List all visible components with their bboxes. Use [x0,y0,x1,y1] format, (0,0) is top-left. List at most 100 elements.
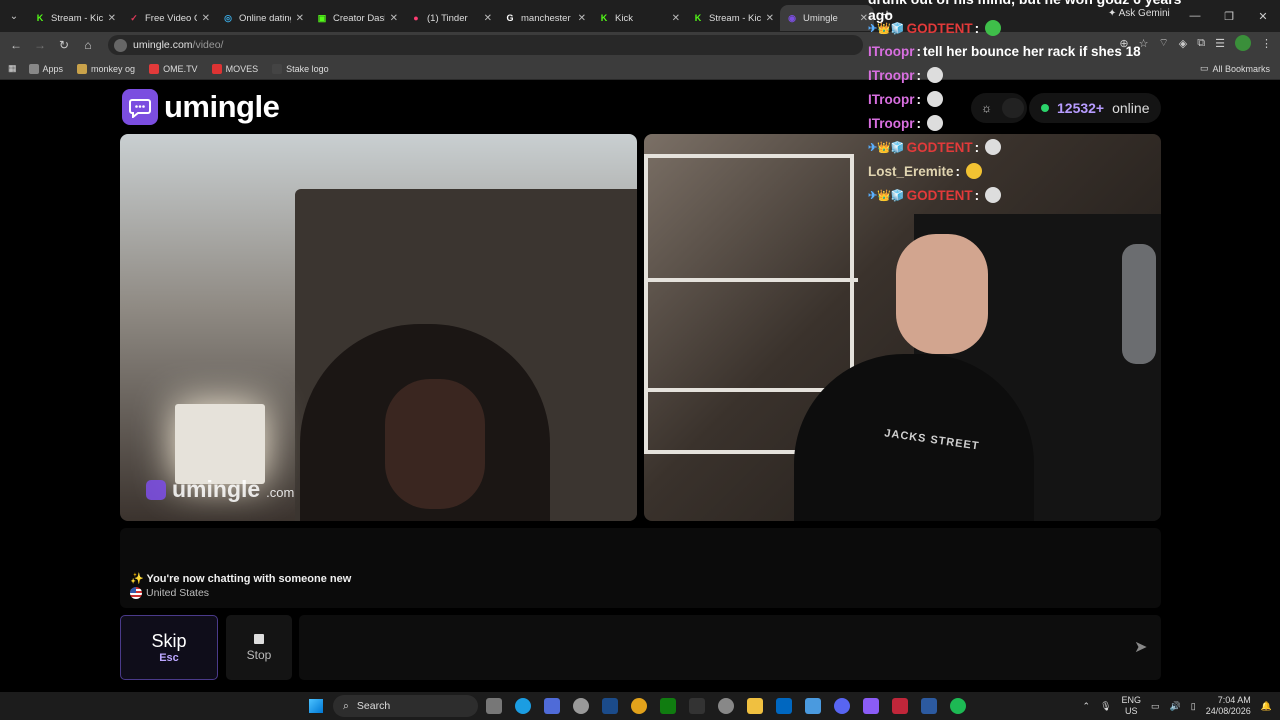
sun-icon: ☼ [981,101,992,115]
network-icon[interactable]: ▭ [1151,701,1160,712]
browser-tab[interactable]: ◎ Online dating ✕ [216,5,310,31]
microphone-icon[interactable]: 🎙 [1100,701,1111,712]
all-bookmarks-button[interactable]: ▭ All Bookmarks [1200,63,1270,74]
tab-search-chevron-icon[interactable]: ⌄ [0,0,28,32]
epic-games-icon[interactable] [689,698,705,714]
message-input[interactable] [299,615,1161,680]
tab-favicon-icon: ◉ [788,12,796,23]
extension-icon[interactable]: ◈ [1179,37,1187,50]
stranger-face [385,379,485,509]
language-indicator[interactable]: ENG US [1122,695,1142,717]
browser-tab[interactable]: ◉ Umingle ✕ [780,5,874,31]
obs-icon[interactable] [573,698,589,714]
close-tab-icon[interactable]: ✕ [108,13,116,24]
stop-button[interactable]: Stop [226,615,292,680]
skip-button[interactable]: Skip Esc [120,615,218,680]
close-tab-icon[interactable]: ✕ [484,13,492,24]
send-icon[interactable]: ➤ [1134,637,1147,657]
browser-tab[interactable]: ▣ Creator Dashboard ✕ [310,5,404,31]
battery-icon[interactable]: ▯ [1191,701,1196,712]
notification-bell-icon[interactable]: 🔔 [1261,701,1272,712]
steam-icon[interactable] [602,698,618,714]
taskbar-search[interactable]: ⌕ Search [333,695,478,717]
maximize-icon[interactable]: ❐ [1212,10,1246,23]
close-tab-icon[interactable]: ✕ [766,13,774,24]
browser-tab[interactable]: K Stream - Kick ✕ [28,5,122,31]
app-icon[interactable] [805,698,821,714]
reading-list-icon[interactable]: ☰ [1215,37,1225,50]
close-tab-icon[interactable]: ✕ [578,13,586,24]
bookmark-favicon-icon [211,63,222,74]
browser-tab[interactable]: K Kick ✕ [592,5,686,31]
cast-icon[interactable]: ⌔ [1158,36,1168,50]
close-tab-icon[interactable]: ✕ [672,13,680,24]
site-info-icon[interactable] [114,38,127,52]
bookmark-item[interactable]: monkey og [77,63,136,74]
user-badges-icon: ✈👑🧊 [868,22,905,35]
toggle-switch[interactable] [1002,98,1024,118]
app-icon[interactable] [892,698,908,714]
overlay-username: GODTENT [906,139,973,155]
forward-icon[interactable]: → [28,38,52,52]
chat-bubble-logo-icon [122,89,158,125]
browser-tab[interactable]: ✓ Free Video Chat ✕ [122,5,216,31]
bookmark-item[interactable]: Stake logo [272,63,329,74]
app-icon[interactable] [544,698,560,714]
bookmark-label: monkey og [91,63,136,74]
browser-tab[interactable]: ● (1) Tinder ✕ [404,5,498,31]
back-icon[interactable]: ← [4,38,28,52]
close-tab-icon[interactable]: ✕ [296,13,304,24]
bookmark-favicon-icon [149,63,160,74]
url-path: /video/ [192,39,224,51]
close-window-icon[interactable]: ✕ [1246,10,1280,23]
skull-emote-icon [927,67,943,83]
menu-kebab-icon[interactable]: ⋮ [1261,37,1272,50]
browser-tab[interactable]: K Stream - Kick ✕ [686,5,780,31]
taskbar-apps [486,698,966,714]
site-logo[interactable]: umingle [122,89,280,125]
task-view-icon[interactable] [486,698,502,714]
toolbar-actions: ⊕ ☆ ⌔ ◈ ⧉ ☰ ⋮ [1119,35,1272,51]
close-tab-icon[interactable]: ✕ [202,13,210,24]
tab-title: manchester [521,12,571,24]
overlay-chat-line: ITroopr: tell her bounce her rack if she… [868,44,1141,59]
online-label: online [1112,100,1150,116]
chrome-icon[interactable] [631,698,647,714]
edge-icon[interactable] [515,698,531,714]
browser-tab[interactable]: Gmanchester ✕ [498,5,592,31]
chevron-up-icon[interactable]: ⌃ [1083,701,1091,712]
profile-avatar[interactable] [1235,35,1251,51]
extensions-puzzle-icon[interactable]: ⧉ [1197,37,1205,50]
bookmark-item[interactable]: Apps [28,63,63,74]
all-bookmarks-label: All Bookmarks [1212,63,1270,74]
bookmark-item[interactable]: OME.TV [149,63,198,74]
clock[interactable]: 7:04 AM 24/08/2026 [1206,695,1251,717]
emote-icon [985,20,1002,36]
home-icon[interactable]: ⌂ [76,38,100,52]
speaker-icon[interactable]: 🔊 [1170,701,1181,712]
overlay-colon: : [974,187,980,203]
address-bar[interactable]: umingle.com/video/ [108,35,863,55]
windows-start-icon[interactable] [309,699,323,713]
reload-icon[interactable]: ↻ [52,38,76,52]
spotify-icon[interactable] [950,698,966,714]
bookmark-label: OME.TV [163,63,198,74]
umingle-page: umingle ☼ 12532+ online umingle .com JAC… [0,81,1280,689]
country-label: United States [146,587,210,599]
app-icon[interactable] [863,698,879,714]
store-icon[interactable] [776,698,792,714]
close-tab-icon[interactable]: ✕ [860,13,868,24]
xbox-icon[interactable] [660,698,676,714]
terminal-icon[interactable] [921,698,937,714]
umingle-watermark: umingle .com [146,476,294,503]
tab-title: Umingle [803,12,838,24]
discord-icon[interactable] [834,698,850,714]
bookmark-favicon-icon [77,63,88,74]
settings-icon[interactable] [718,698,734,714]
overlay-username: ITroopr [868,44,915,59]
apps-grid-icon[interactable]: ▦ [8,63,17,74]
theme-toggle[interactable]: ☼ [971,93,1027,123]
bookmark-item[interactable]: MOVES [211,63,258,74]
close-tab-icon[interactable]: ✕ [390,13,398,24]
file-explorer-icon[interactable] [747,698,763,714]
